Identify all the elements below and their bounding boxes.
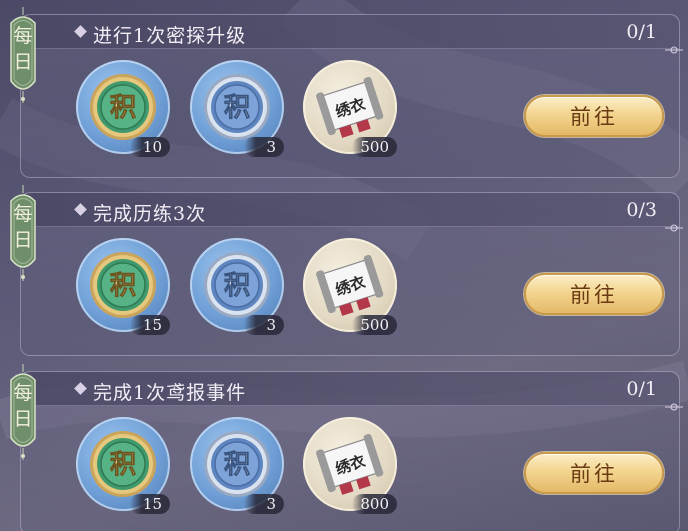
task-progress: 0/3 xyxy=(626,199,657,221)
reward-item[interactable]: 绣衣 500 xyxy=(303,238,397,335)
reward-item[interactable]: 绣衣 800 xyxy=(303,417,397,514)
go-button[interactable]: 前往 xyxy=(524,273,664,315)
svg-text:积: 积 xyxy=(110,271,136,301)
reward-item[interactable]: 积 10 xyxy=(76,60,170,157)
reward-item[interactable]: 积 3 xyxy=(190,238,284,335)
daily-tag-char: 每 xyxy=(13,203,33,225)
reward-item[interactable]: 绣衣 500 xyxy=(303,60,397,157)
go-button[interactable]: 前往 xyxy=(524,95,664,137)
daily-tag-char: 日 xyxy=(13,408,33,430)
reward-count: 500 xyxy=(352,315,397,335)
svg-text:积: 积 xyxy=(224,271,250,301)
daily-tag: 每 日 xyxy=(7,364,39,460)
reward-item[interactable]: 积 3 xyxy=(190,417,284,514)
go-button[interactable]: 前往 xyxy=(524,452,664,494)
ornament-icon xyxy=(665,403,683,411)
reward-count: 15 xyxy=(130,315,170,335)
ornament-icon xyxy=(665,224,683,232)
task-card: 每 日 完成1次鸢报事件 0/1 积 15 积 3 绣衣 800 前往 xyxy=(10,364,683,531)
task-title: 完成历练3次 xyxy=(93,203,207,225)
task-card: 每 日 完成历练3次 0/3 积 15 积 3 绣衣 500 前往 xyxy=(10,185,683,356)
svg-text:积: 积 xyxy=(110,93,136,123)
reward-count: 3 xyxy=(244,315,284,335)
task-progress: 0/1 xyxy=(626,378,657,400)
daily-tag-char: 日 xyxy=(13,51,33,73)
daily-tag: 每 日 xyxy=(7,7,39,103)
reward-count: 3 xyxy=(244,137,284,157)
svg-text:积: 积 xyxy=(224,450,250,480)
reward-count: 3 xyxy=(244,494,284,514)
task-progress: 0/1 xyxy=(626,21,657,43)
reward-count: 500 xyxy=(352,137,397,157)
reward-count: 10 xyxy=(130,137,170,157)
daily-tag-char: 每 xyxy=(13,25,33,47)
svg-text:积: 积 xyxy=(224,93,250,123)
reward-item[interactable]: 积 15 xyxy=(76,417,170,514)
reward-count: 15 xyxy=(130,494,170,514)
reward-item[interactable]: 积 15 xyxy=(76,238,170,335)
task-card: 每 日 进行1次密探升级 0/1 积 10 积 3 绣衣 500 前往 xyxy=(10,7,683,178)
reward-count: 800 xyxy=(352,494,397,514)
daily-tag-char: 日 xyxy=(13,229,33,251)
svg-text:积: 积 xyxy=(110,450,136,480)
task-title: 完成1次鸢报事件 xyxy=(93,382,247,404)
reward-item[interactable]: 积 3 xyxy=(190,60,284,157)
daily-tag: 每 日 xyxy=(7,185,39,281)
daily-tag-char: 每 xyxy=(13,382,33,404)
ornament-icon xyxy=(665,46,683,54)
task-title: 进行1次密探升级 xyxy=(93,25,247,47)
